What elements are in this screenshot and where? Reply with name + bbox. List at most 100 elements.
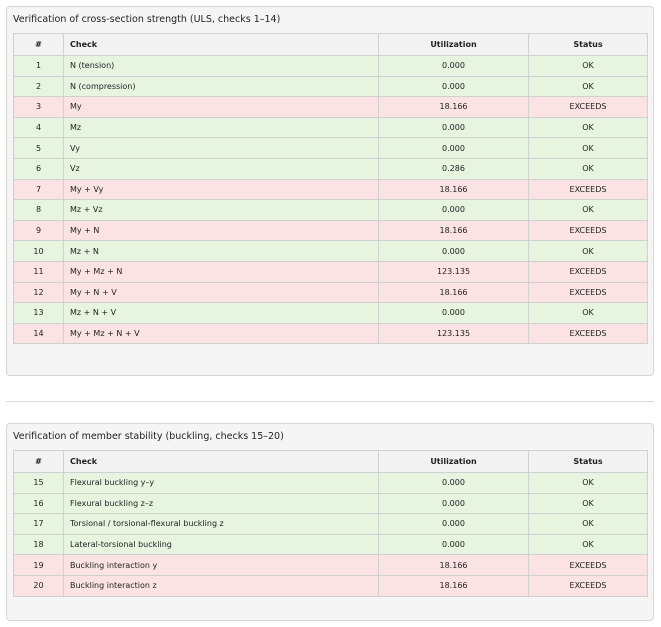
table-row: 11 My + Mz + N 123.135 EXCEEDS [13, 260, 648, 283]
cell-status: EXCEEDS [528, 322, 648, 345]
cell-check: My + Mz + N + V [63, 322, 379, 345]
member-stability-panel: Verification of member stability (buckli… [6, 423, 654, 621]
cell-number: 3 [13, 96, 64, 118]
table-row: 4 Mz 0.000 OK [13, 116, 648, 139]
table-row: 20 Buckling interaction z 18.166 EXCEEDS [13, 574, 648, 597]
column-header-utilization: Utilization [378, 450, 529, 473]
column-header-check: Check [63, 33, 379, 56]
cell-status: OK [528, 302, 648, 324]
cell-check: My + N [63, 219, 379, 242]
cell-utilization: 0.286 [378, 157, 529, 180]
cell-utilization: 18.166 [378, 554, 529, 576]
table-row: 13 Mz + N + V 0.000 OK [13, 302, 648, 324]
table-header-row: # Check Utilization Status [13, 450, 648, 473]
cell-check: Buckling interaction z [63, 574, 379, 597]
cell-status: OK [528, 472, 648, 494]
cell-status: OK [528, 157, 648, 180]
cell-status: EXCEEDS [528, 96, 648, 118]
cell-status: OK [528, 199, 648, 221]
table-row: 16 Flexural buckling z–z 0.000 OK [13, 492, 648, 515]
cell-status: OK [528, 75, 648, 98]
cell-number: 2 [13, 75, 64, 98]
cell-status: EXCEEDS [528, 281, 648, 304]
cell-status: EXCEEDS [528, 260, 648, 283]
cell-number: 15 [13, 472, 64, 494]
cell-status: EXCEEDS [528, 574, 648, 597]
cell-status: EXCEEDS [528, 219, 648, 242]
cell-status: OK [528, 116, 648, 139]
cell-number: 13 [13, 302, 64, 324]
table-header-row: # Check Utilization Status [13, 33, 648, 56]
cell-check: Flexural buckling z–z [63, 492, 379, 515]
table-row: 2N (compression) 0.000 OK [13, 75, 648, 98]
cell-check: Lateral-torsional buckling [63, 533, 379, 556]
table-row: 18 Lateral-torsional buckling 0.000 OK [13, 533, 648, 556]
cell-number: 5 [13, 137, 64, 159]
column-header-status: Status [528, 450, 648, 473]
cell-number: 7 [13, 178, 64, 201]
cell-status: OK [528, 137, 648, 159]
cell-utilization: 0.000 [378, 492, 529, 515]
cell-utilization: 123.135 [378, 322, 529, 345]
cell-check: My + Vy [63, 178, 379, 201]
cell-check: Torsional / torsional-flexural buckling … [63, 513, 379, 535]
column-header-number: # [13, 450, 64, 473]
section-divider [6, 401, 654, 402]
table-row: 14 My + Mz + N + V 123.135 EXCEEDS [13, 322, 648, 345]
cell-utilization: 0.000 [378, 116, 529, 139]
cross-section-strength-panel: Verification of cross-section strength (… [6, 6, 654, 376]
cell-check: Mz [63, 116, 379, 139]
cell-number: 10 [13, 240, 64, 262]
cell-check: My [63, 96, 379, 118]
cell-status: OK [528, 240, 648, 262]
cell-status: OK [528, 513, 648, 535]
cell-check: Mz + Vz [63, 199, 379, 221]
cell-number: 11 [13, 260, 64, 283]
cell-utilization: 18.166 [378, 574, 529, 597]
cell-status: OK [528, 55, 648, 77]
cell-utilization: 18.166 [378, 219, 529, 242]
column-header-utilization: Utilization [378, 33, 529, 56]
cell-utilization: 0.000 [378, 533, 529, 556]
cell-status: OK [528, 492, 648, 515]
table-row: 6 Vz 0.286 OK [13, 157, 648, 180]
table-row: 5 Vy 0.000 OK [13, 137, 648, 159]
cell-utilization: 0.000 [378, 75, 529, 98]
cell-number: 9 [13, 219, 64, 242]
table-body: 1N (tension) 0.000 OK 2 N (compression) 0.000… [13, 55, 648, 345]
cell-check: N (compression) [63, 75, 379, 98]
cell-number: 19 [13, 554, 64, 576]
cell-utilization: 0.000 [378, 513, 529, 535]
cell-utilization: 0.000 [378, 240, 529, 262]
cell-utilization: 18.166 [378, 178, 529, 201]
table-row: 12 My + N + V 18.166 EXCEEDS [13, 281, 648, 304]
cell-check: Vz [63, 157, 379, 180]
cell-number: 18 [13, 533, 64, 556]
cell-status: EXCEEDS [528, 554, 648, 576]
cell-check: Buckling interaction y [63, 554, 379, 576]
cell-number: 14 [13, 322, 64, 345]
cell-check: Vy [63, 137, 379, 159]
column-header-status: Status [528, 33, 648, 56]
cell-utilization: 123.135 [378, 260, 529, 283]
cell-number: 6 [13, 157, 64, 180]
cell-number: 1 [13, 55, 64, 77]
panel-title: Verification of member stability (buckli… [13, 431, 284, 442]
cell-utilization: 0.000 [378, 302, 529, 324]
table-row: 19 Buckling interaction y 18.166 EXCEEDS [13, 554, 648, 576]
table-row: 8 Mz + Vz 0.000 OK [13, 199, 648, 221]
cell-number: 12 [13, 281, 64, 304]
cell-check: My + Mz + N [63, 260, 379, 283]
cell-number: 4 [13, 116, 64, 139]
cell-utilization: 0.000 [378, 137, 529, 159]
cell-check: Mz + N + V [63, 302, 379, 324]
table-row: 3 My 18.166 EXCEEDS [13, 96, 648, 118]
cell-number: 20 [13, 574, 64, 597]
column-header-check: Check [63, 450, 379, 473]
cell-check: Mz + N [63, 240, 379, 262]
table-row: 17 Torsional / torsional-flexural bucklin… [13, 513, 648, 535]
cross-section-checks-table: # Check Utilization Status 1N (tension) 0… [13, 33, 648, 345]
table-body: 15 Flexural buckling y–y 0.000 OK 16 Flexural… [13, 472, 648, 597]
table-row: 7 My + Vy 18.166 EXCEEDS [13, 178, 648, 201]
cell-check: N (tension) [63, 55, 379, 77]
